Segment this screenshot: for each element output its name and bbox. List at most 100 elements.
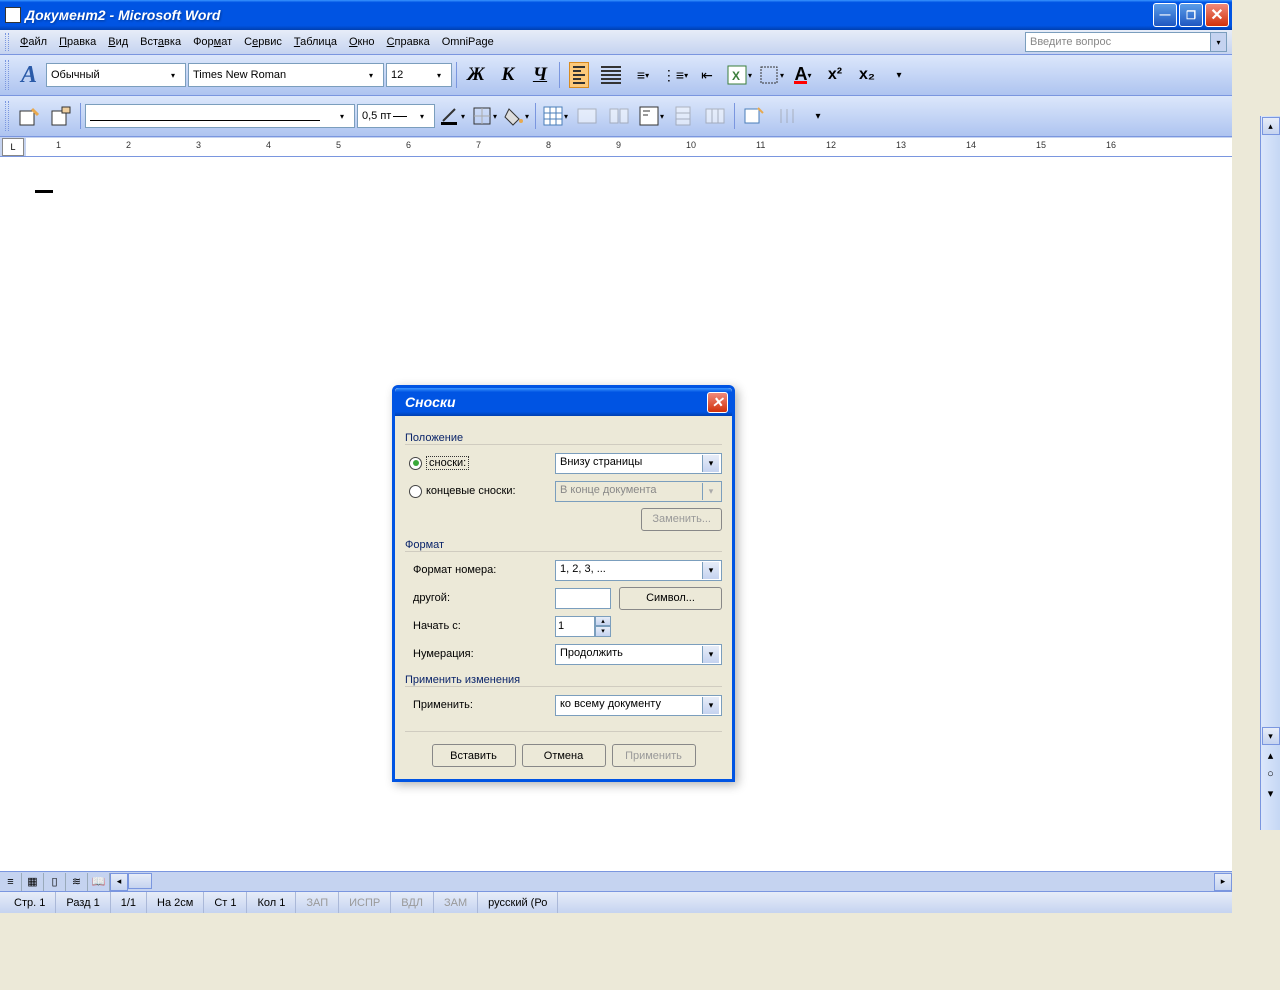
decrease-indent-button[interactable]: ⇤ [692, 60, 722, 90]
autoformat-table-button[interactable] [739, 101, 769, 131]
scroll-thumb[interactable] [128, 873, 152, 889]
footnotes-position-dropdown[interactable]: Внизу страницы [555, 453, 722, 474]
status-trk[interactable]: ИСПР [339, 892, 391, 913]
style-dropdown[interactable]: Обычный▾ [46, 63, 186, 87]
document-area[interactable]: Сноски ✕ Положение сноски: Внизу страниц… [0, 157, 1232, 871]
outside-border-button[interactable]: ▾ [469, 101, 499, 131]
menu-format[interactable]: Формат [187, 33, 238, 51]
font-color-button[interactable]: A▾ [788, 60, 818, 90]
menu-table[interactable]: Таблица [288, 33, 343, 51]
endnotes-radio[interactable]: концевые сноски: [405, 485, 555, 498]
menu-omnipage[interactable]: OmniPage [436, 33, 500, 51]
browse-object-button[interactable]: ○ [1264, 765, 1278, 783]
underline-button[interactable]: Ч [525, 60, 555, 90]
reading-layout-button[interactable]: 📖 [88, 873, 110, 891]
symbol-button[interactable]: Символ... [619, 587, 722, 610]
styles-button[interactable]: A [14, 60, 44, 90]
dialog-titlebar[interactable]: Сноски ✕ [395, 388, 732, 416]
distribute-cols-button[interactable] [700, 101, 730, 131]
custom-mark-input[interactable] [555, 588, 611, 609]
numbered-list-button[interactable]: ≡▾ [628, 60, 658, 90]
line-style-dropdown[interactable]: ▾ [85, 104, 355, 128]
toolbar-grip[interactable] [5, 101, 9, 131]
cancel-button[interactable]: Отмена [522, 744, 606, 767]
menu-insert[interactable]: Вставка [134, 33, 187, 51]
minimize-button[interactable]: ― [1153, 3, 1177, 27]
distribute-rows-button[interactable] [668, 101, 698, 131]
horizontal-ruler[interactable]: 12345678910111213141516 [26, 138, 1232, 156]
prev-page-button[interactable]: ▴ [1264, 746, 1278, 764]
status-ovr[interactable]: ЗАМ [434, 892, 478, 913]
close-button[interactable]: ✕ [1205, 3, 1229, 27]
start-at-input[interactable] [555, 616, 595, 637]
insert-button[interactable]: Вставить [432, 744, 516, 767]
status-language[interactable]: русский (Ро [478, 892, 558, 913]
scroll-right-button[interactable]: ▸ [1214, 873, 1232, 891]
spin-up-icon[interactable]: ▴ [595, 616, 611, 627]
web-layout-button[interactable]: ▦ [22, 873, 44, 891]
spin-down-icon[interactable]: ▾ [595, 626, 611, 637]
normal-view-button[interactable]: ≡ [0, 873, 22, 891]
italic-button[interactable]: К [493, 60, 523, 90]
maximize-button[interactable]: ❐ [1179, 3, 1203, 27]
insert-table-button[interactable]: ▾ [540, 101, 570, 131]
print-layout-button[interactable]: ▯ [44, 873, 66, 891]
menu-file[interactable]: Фdocument.currentScript.previousElementS… [14, 33, 53, 51]
split-cells-button[interactable] [604, 101, 634, 131]
start-at-spinner[interactable]: ▴▾ [555, 616, 611, 637]
superscript-icon: x² [828, 66, 842, 84]
help-search-input[interactable]: Введите вопрос [1025, 32, 1211, 52]
help-search-dropdown[interactable]: ▾ [1211, 32, 1227, 52]
bulleted-list-button[interactable]: ⋮≡▾ [660, 60, 690, 90]
apply-to-dropdown[interactable]: ко всему документу [555, 695, 722, 716]
status-ext[interactable]: ВДЛ [391, 892, 434, 913]
menu-grip[interactable] [5, 33, 9, 51]
dialog-close-button[interactable]: ✕ [707, 392, 728, 413]
number-format-dropdown[interactable]: 1, 2, 3, ... [555, 560, 722, 581]
scroll-track[interactable] [1262, 136, 1280, 726]
vertical-scrollbar[interactable]: ▴ ▾ ▴ ○ ▾ [1260, 116, 1280, 830]
subscript-button[interactable]: x₂ [852, 60, 882, 90]
toolbar-overflow[interactable]: ▾ [884, 60, 914, 90]
status-at[interactable]: На 2см [147, 892, 204, 913]
scroll-down-button[interactable]: ▾ [1262, 727, 1280, 745]
status-page[interactable]: Стр. 1 [4, 892, 56, 913]
horizontal-scrollbar[interactable]: ◂ ▸ [110, 873, 1232, 891]
toolbar-grip[interactable] [5, 60, 9, 90]
insert-excel-button[interactable]: X▾ [724, 60, 754, 90]
tab-selector[interactable]: L [2, 138, 24, 156]
merge-cells-button[interactable] [572, 101, 602, 131]
ruler-mark: 11 [756, 140, 765, 150]
shading-color-button[interactable]: ▾ [501, 101, 531, 131]
menu-window[interactable]: Окно [343, 33, 381, 51]
borders-button[interactable]: ▾ [756, 60, 786, 90]
draw-table-button[interactable] [14, 101, 44, 131]
status-pages[interactable]: 1/1 [111, 892, 147, 913]
border-color-button[interactable]: ▾ [437, 101, 467, 131]
align-justify-button[interactable] [596, 60, 626, 90]
cell-alignment-button[interactable]: ▾ [636, 101, 666, 131]
status-col[interactable]: Кол 1 [247, 892, 296, 913]
numbering-dropdown[interactable]: Продолжить [555, 644, 722, 665]
toolbar-overflow[interactable]: ▾ [803, 101, 833, 131]
superscript-button[interactable]: x² [820, 60, 850, 90]
menu-view[interactable]: Вид [102, 33, 134, 51]
align-left-button[interactable] [564, 60, 594, 90]
text-direction-button[interactable] [771, 101, 801, 131]
eraser-button[interactable] [46, 101, 76, 131]
next-page-button[interactable]: ▾ [1264, 784, 1278, 802]
footnotes-radio[interactable]: сноски: [405, 456, 555, 470]
status-line[interactable]: Ст 1 [204, 892, 247, 913]
font-size-dropdown[interactable]: 12▾ [386, 63, 452, 87]
font-dropdown[interactable]: Times New Roman▾ [188, 63, 384, 87]
bold-button[interactable]: Ж [461, 60, 491, 90]
menu-edit[interactable]: Правка [53, 33, 102, 51]
outline-view-button[interactable]: ≋ [66, 873, 88, 891]
status-rec[interactable]: ЗАП [296, 892, 339, 913]
scroll-left-button[interactable]: ◂ [110, 873, 128, 891]
scroll-up-button[interactable]: ▴ [1262, 117, 1280, 135]
line-weight-dropdown[interactable]: 0,5 пт▾ [357, 104, 435, 128]
status-section[interactable]: Разд 1 [56, 892, 110, 913]
menu-help[interactable]: Справка [381, 33, 436, 51]
menu-service[interactable]: Сервис [238, 33, 288, 51]
